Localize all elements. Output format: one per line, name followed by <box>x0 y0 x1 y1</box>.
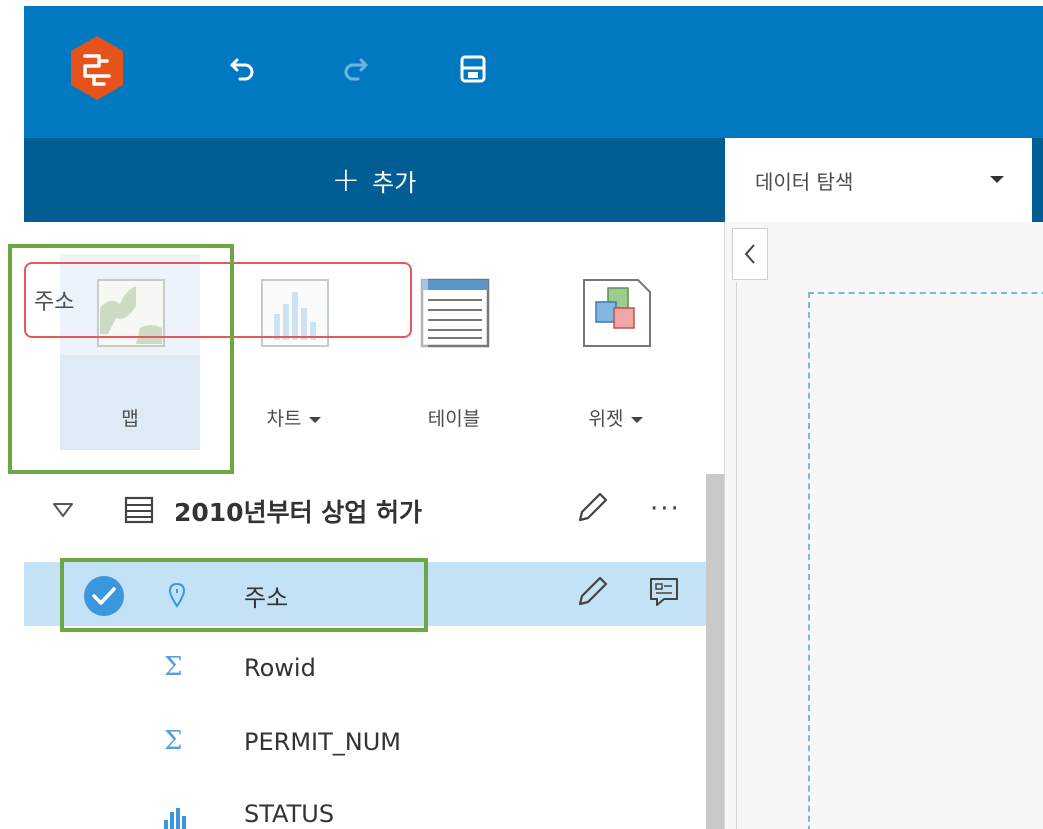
sigma-icon: Σ <box>164 652 183 682</box>
app-root: + 추가 데이터 탐색 맵 차트 테이블 위젯 주소 2010년부터 상업 허가… <box>0 0 1043 829</box>
save-button[interactable] <box>456 52 490 86</box>
sigma-icon: Σ <box>164 726 183 756</box>
table-list-icon <box>124 496 154 524</box>
plus-icon: + <box>331 160 361 200</box>
chart-dropdown-icon[interactable] <box>309 416 322 423</box>
tab-label: 데이터 탐색 <box>755 169 854 194</box>
widget-icon <box>582 278 652 350</box>
field-row-rowid[interactable] <box>24 638 706 702</box>
redo-button[interactable] <box>338 52 372 86</box>
redo-icon <box>344 58 368 81</box>
more-icon[interactable]: ··· <box>650 494 681 524</box>
field-name-status: STATUS <box>244 800 335 828</box>
tab-data-explore[interactable]: 데이터 탐색 <box>725 138 1032 222</box>
undo-icon <box>230 58 254 81</box>
field-row-status[interactable] <box>24 786 706 829</box>
pencil-icon[interactable] <box>574 574 608 610</box>
field-name-rowid: Rowid <box>244 654 316 682</box>
undo-button[interactable] <box>226 52 260 86</box>
dataset-title: 2010년부터 상업 허가 <box>174 498 422 527</box>
add-label: 추가 <box>372 168 417 197</box>
viz-chart-label: 차트 <box>266 408 302 430</box>
caret-down-icon[interactable] <box>990 176 1004 183</box>
insights-logo-icon <box>68 34 126 102</box>
canvas-divider <box>736 282 737 829</box>
viz-widget-button[interactable]: 위젯 <box>546 254 686 450</box>
add-data-button[interactable]: + 추가 <box>24 138 724 222</box>
field-name-permit-num: PERMIT_NUM <box>244 728 401 756</box>
field-info-icon[interactable] <box>648 576 680 608</box>
chevron-left-icon <box>744 244 755 264</box>
viz-table-label: 테이블 <box>427 408 481 430</box>
string-field-icon <box>164 808 186 829</box>
save-icon <box>460 55 486 83</box>
widget-dropdown-icon[interactable] <box>631 416 644 423</box>
viz-chart-label-wrap: 차트 <box>224 404 364 431</box>
triangle-down-icon[interactable] <box>52 502 74 518</box>
viz-widget-label: 위젯 <box>588 408 624 430</box>
table-icon <box>420 278 490 350</box>
pencil-icon[interactable] <box>574 490 608 526</box>
app-header <box>24 6 1043 138</box>
highlight-address-box <box>60 558 428 632</box>
data-panel-scrollbar[interactable] <box>706 474 724 829</box>
card-drop-zone[interactable] <box>808 292 1043 829</box>
collapse-panel-button[interactable] <box>732 228 768 280</box>
highlight-map-box <box>8 244 234 474</box>
viz-widget-label-wrap: 위젯 <box>546 404 686 431</box>
